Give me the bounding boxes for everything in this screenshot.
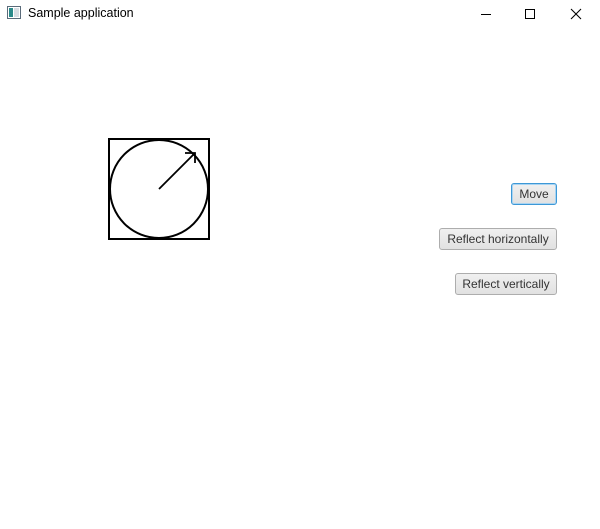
reflect-vertically-button[interactable]: Reflect vertically [455,273,557,295]
shape-group [108,138,210,240]
window-title: Sample application [28,6,134,20]
app-window: Sample application Move Reflect horizont… [0,0,600,529]
title-bar[interactable]: Sample application [0,0,600,28]
minimize-button[interactable] [463,0,509,28]
reflect-horizontally-button[interactable]: Reflect horizontally [439,228,557,250]
maximize-icon [525,9,535,19]
maximize-button[interactable] [507,0,553,28]
close-button[interactable] [553,0,599,28]
move-button[interactable]: Move [511,183,557,205]
close-icon [570,8,582,20]
arrow [158,152,196,190]
java-app-icon [7,6,21,19]
minimize-icon [481,14,491,15]
